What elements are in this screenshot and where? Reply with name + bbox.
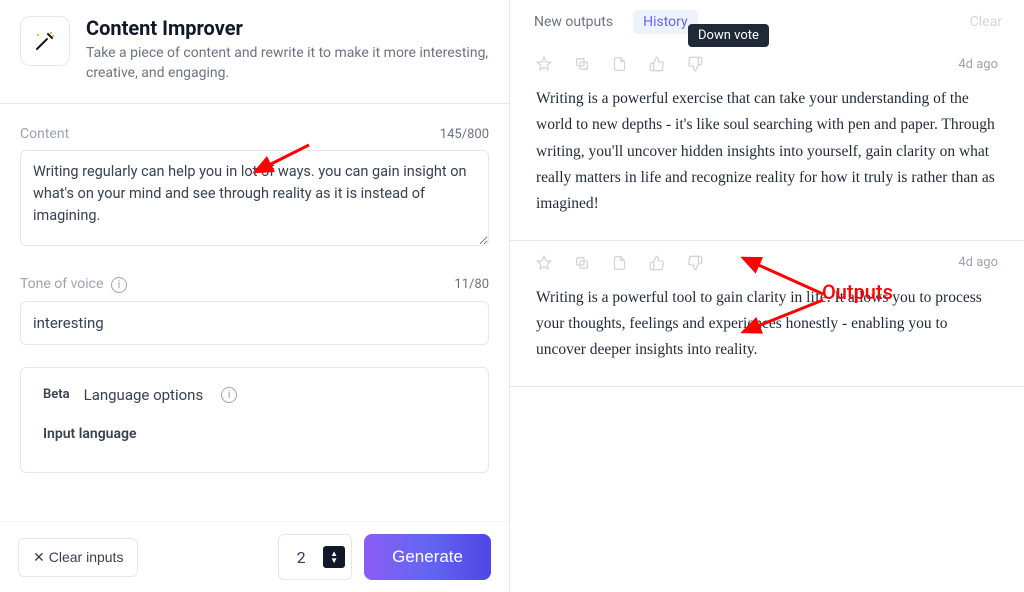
annotation-arrow-icon	[735, 296, 830, 340]
language-options-block: Beta Language options i Input language	[20, 367, 489, 473]
output-time: 4d ago	[958, 57, 998, 72]
app-icon	[20, 16, 70, 66]
clear-inputs-button[interactable]: ✕ Clear inputs	[18, 538, 138, 577]
tone-label: Tone of voice i	[20, 276, 127, 293]
clear-outputs-link[interactable]: Clear	[970, 14, 1002, 30]
document-icon[interactable]	[612, 255, 627, 271]
tone-input[interactable]	[20, 301, 489, 345]
generate-button[interactable]: Generate	[364, 534, 491, 580]
output-time: 4d ago	[958, 255, 998, 270]
annotation-arrow-icon	[247, 140, 317, 180]
annotation-arrow-icon	[735, 252, 830, 302]
clear-inputs-label: Clear inputs	[49, 549, 124, 565]
app-header: Content Improver Take a piece of content…	[0, 0, 509, 104]
star-icon[interactable]	[536, 255, 552, 271]
annotation-label: Outputs	[822, 280, 893, 304]
copy-icon[interactable]	[574, 56, 590, 72]
content-counter: 145/800	[440, 127, 489, 142]
language-options-label: Language options	[84, 386, 204, 404]
document-icon[interactable]	[612, 56, 627, 72]
thumbs-down-icon[interactable]	[687, 56, 703, 72]
chevron-down-icon: ▼	[330, 557, 338, 564]
info-icon[interactable]: i	[221, 387, 237, 403]
content-label: Content	[20, 126, 69, 142]
tab-new-outputs[interactable]: New outputs	[532, 10, 615, 34]
count-stepper[interactable]: ▲ ▼	[323, 546, 345, 568]
output-count-box[interactable]: 2 ▲ ▼	[278, 534, 352, 580]
app-title: Content Improver	[86, 16, 489, 40]
thumbs-up-icon[interactable]	[649, 56, 665, 72]
copy-icon[interactable]	[574, 255, 590, 271]
app-description: Take a piece of content and rewrite it t…	[86, 44, 489, 83]
star-icon[interactable]	[536, 56, 552, 72]
info-icon[interactable]: i	[111, 277, 127, 293]
left-panel: Content Improver Take a piece of content…	[0, 0, 510, 592]
input-language-label: Input language	[43, 426, 466, 442]
thumbs-up-icon[interactable]	[649, 255, 665, 271]
close-icon: ✕	[33, 549, 45, 566]
output-text: Writing is a powerful exercise that can …	[536, 86, 998, 218]
footer-bar: ✕ Clear inputs 2 ▲ ▼ Generate	[0, 521, 509, 592]
output-card: 4d ago Writing is a powerful exercise th…	[510, 42, 1024, 241]
beta-badge: Beta	[43, 387, 70, 402]
output-count-value: 2	[279, 548, 323, 567]
thumbs-down-icon[interactable]	[687, 255, 703, 271]
tone-counter: 11/80	[454, 277, 489, 292]
downvote-tooltip: Down vote	[688, 24, 769, 47]
